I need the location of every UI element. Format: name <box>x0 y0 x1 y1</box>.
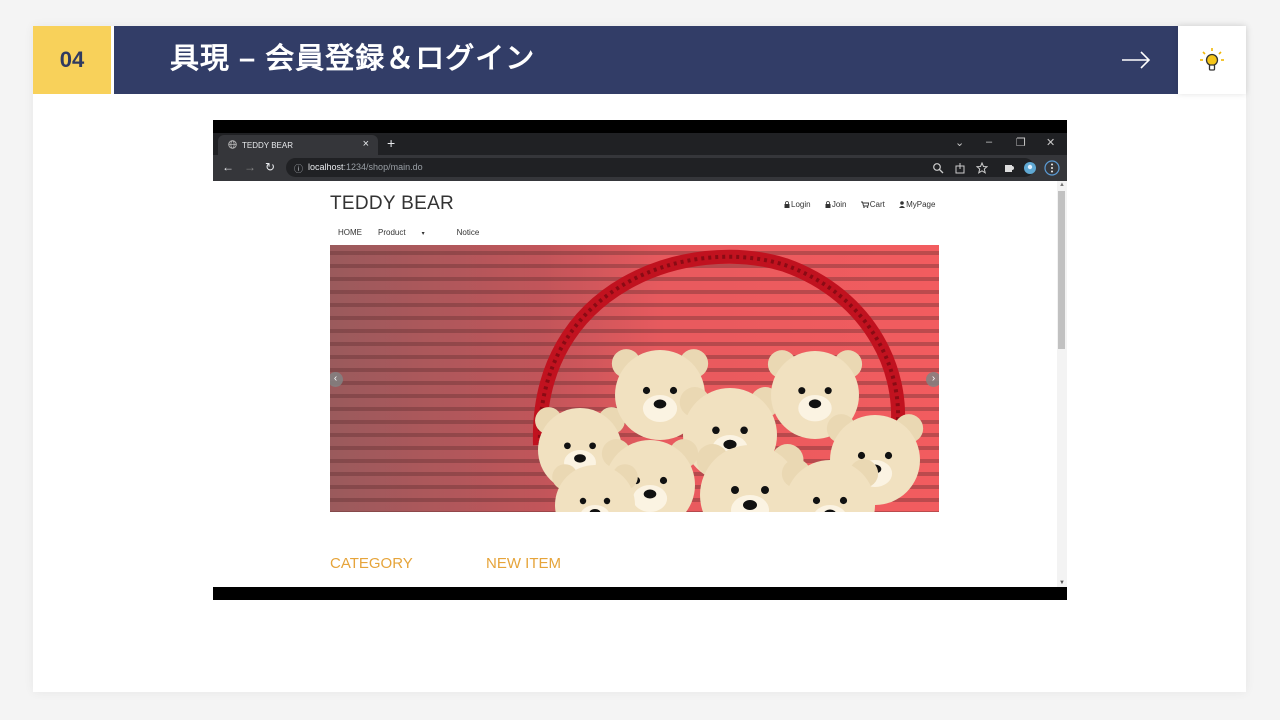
slide-title: 具現 – 会員登録＆ログイン <box>170 43 536 75</box>
zoom-icon[interactable] <box>932 162 944 174</box>
category-heading: CATEGORY <box>330 555 413 572</box>
carousel-next-button[interactable]: › <box>926 372 939 387</box>
arrow-right-icon[interactable] <box>1120 48 1152 72</box>
back-icon[interactable]: ← <box>222 160 234 174</box>
tab-title: TEDDY BEAR <box>242 141 293 150</box>
title-bar: 具現 – 会員登録＆ログイン <box>114 26 1178 94</box>
minimize-button[interactable]: – <box>986 136 992 148</box>
scroll-down-icon[interactable]: ▼ <box>1059 580 1065 586</box>
forward-icon[interactable]: → <box>244 160 256 174</box>
tab-search-icon[interactable]: ⌄ <box>955 136 964 149</box>
lightbulb-icon <box>1200 48 1224 71</box>
user-icon <box>899 201 906 208</box>
cart-link[interactable]: Cart <box>860 200 885 209</box>
web-page: TEDDY BEAR Login Join Cart MyPage HOME Pr… <box>213 181 1067 587</box>
join-link[interactable]: Join <box>825 200 847 209</box>
menu-kebab-icon[interactable] <box>1044 160 1060 176</box>
teddy-bear-basket-image <box>330 245 939 512</box>
lock-icon <box>825 201 831 208</box>
new-item-heading: NEW ITEM <box>486 555 561 572</box>
scroll-up-icon[interactable]: ▲ <box>1059 182 1065 188</box>
lightbulb-button[interactable] <box>1178 26 1246 94</box>
top-links: Login Join Cart MyPage <box>784 200 947 209</box>
globe-icon <box>228 140 237 149</box>
main-menu: HOME Product ▾ Notice <box>338 228 495 237</box>
bookmark-star-icon[interactable] <box>976 162 988 174</box>
address-bar-row: ← → ↻ ⓘ localhost:1234/shop/main.do <box>213 155 1067 181</box>
info-icon[interactable]: ⓘ <box>294 162 303 175</box>
cart-icon <box>860 201 870 208</box>
page-scrollbar[interactable]: ▲ ▼ <box>1057 181 1067 587</box>
browser-tab-strip: TEDDY BEAR × + ⌄ – ❐ ✕ <box>213 133 1067 155</box>
reload-icon[interactable]: ↻ <box>265 160 275 174</box>
new-tab-button[interactable]: + <box>387 135 395 151</box>
login-link[interactable]: Login <box>784 200 811 209</box>
slide: 04 具現 – 会員登録＆ログイン TEDDY BEAR × + ⌄ – ❐ ✕… <box>33 26 1246 692</box>
mypage-link[interactable]: MyPage <box>899 200 935 209</box>
browser-screenshot: TEDDY BEAR × + ⌄ – ❐ ✕ ← → ↻ ⓘ localhost… <box>213 120 1067 600</box>
browser-tab[interactable]: TEDDY BEAR × <box>218 135 378 155</box>
restore-button[interactable]: ❐ <box>1016 136 1026 149</box>
menu-notice[interactable]: Notice <box>457 228 480 237</box>
share-icon[interactable] <box>954 162 966 174</box>
url-bar[interactable]: ⓘ localhost:1234/shop/main.do <box>286 158 1034 177</box>
section-number: 04 <box>33 26 111 94</box>
extensions-icon[interactable] <box>1003 162 1015 174</box>
close-window-button[interactable]: ✕ <box>1046 136 1055 149</box>
scroll-thumb[interactable] <box>1058 191 1065 349</box>
avatar[interactable] <box>1024 162 1036 174</box>
caret-down-icon: ▾ <box>421 231 425 237</box>
menu-product[interactable]: Product ▾ <box>378 228 441 237</box>
site-brand[interactable]: TEDDY BEAR <box>330 193 454 215</box>
tab-close-icon[interactable]: × <box>363 138 369 150</box>
menu-home[interactable]: HOME <box>338 228 362 237</box>
url-text: localhost:1234/shop/main.do <box>308 162 423 172</box>
lock-icon <box>784 201 790 208</box>
screenshot-bottom-border <box>213 587 1067 600</box>
hero-carousel[interactable]: ‹ › <box>330 245 939 512</box>
